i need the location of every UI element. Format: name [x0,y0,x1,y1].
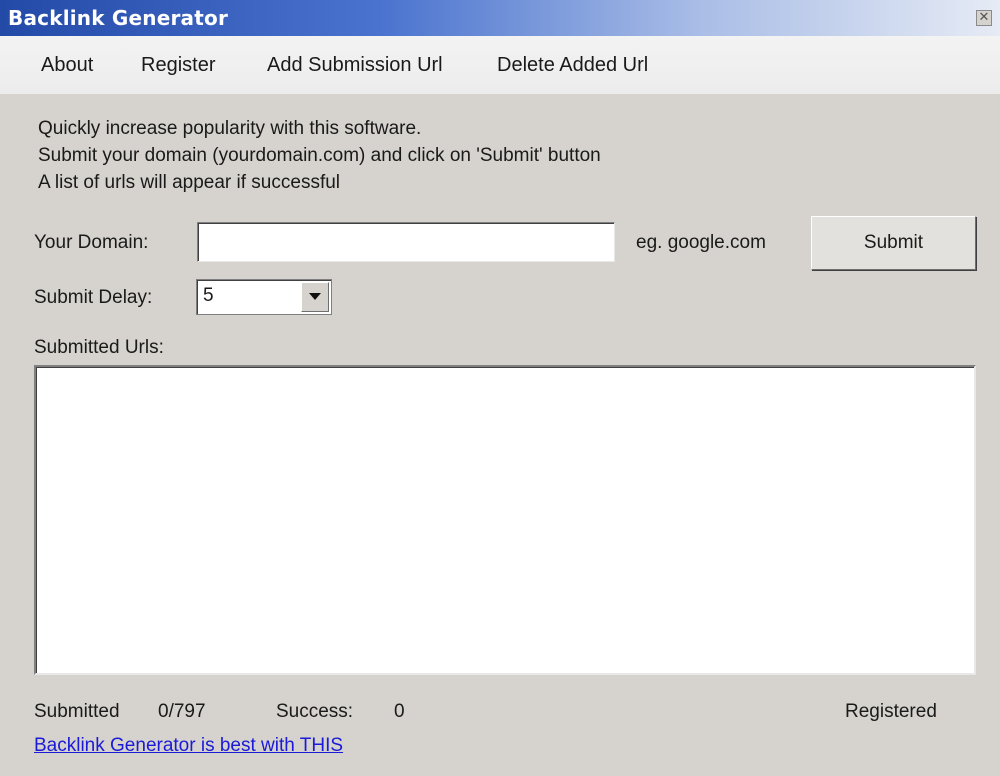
title-bar[interactable]: Backlink Generator ✕ [0,0,1000,36]
domain-label: Your Domain: [34,232,149,253]
dropdown-button[interactable] [301,282,329,312]
chevron-down-icon [309,293,321,300]
description-line-1: Quickly increase popularity with this so… [38,118,422,139]
submitted-label: Submitted [34,701,120,722]
menu-item-register[interactable]: Register [141,54,215,77]
main-window: Backlink Generator ✕ About Register Add … [0,0,1000,776]
submitted-count: 0/797 [158,701,206,722]
menu-item-delete-added-url[interactable]: Delete Added Url [497,54,648,77]
description-line-2: Submit your domain (yourdomain.com) and … [38,145,601,166]
submit-button[interactable]: Submit [811,216,976,270]
domain-hint: eg. google.com [636,232,766,253]
menu-item-about[interactable]: About [41,54,93,77]
delay-select[interactable]: 5 [196,279,332,315]
domain-input[interactable] [197,222,615,262]
submitted-urls-label: Submitted Urls: [34,337,164,358]
close-button[interactable]: ✕ [976,10,992,26]
delay-select-value: 5 [203,285,214,306]
delay-label: Submit Delay: [34,287,153,308]
registration-status: Registered [845,701,937,722]
menu-bar: About Register Add Submission Url Delete… [0,36,1000,94]
success-label: Success: [276,701,354,722]
submitted-urls-list[interactable] [34,365,976,675]
description-line-3: A list of urls will appear if successful [38,172,341,193]
window-title: Backlink Generator [8,6,229,30]
menu-item-add-submission-url[interactable]: Add Submission Url [267,54,443,77]
promo-link[interactable]: Backlink Generator is best with THIS [34,735,343,757]
close-icon: ✕ [978,10,990,25]
success-count: 0 [394,701,405,722]
